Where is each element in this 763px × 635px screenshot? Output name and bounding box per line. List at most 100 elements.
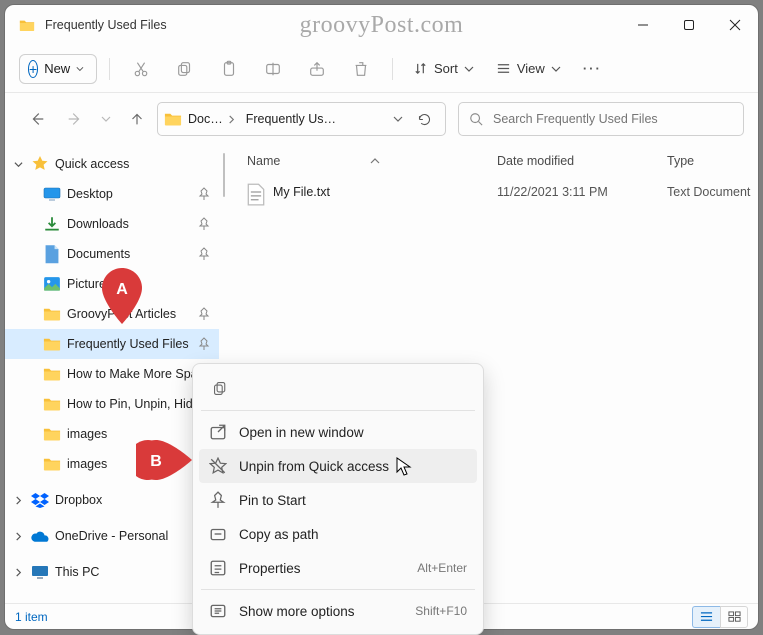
sidebar-item-frequently-used-files[interactable]: Frequently Used Files <box>5 329 219 359</box>
sidebar-item-label: Downloads <box>67 217 191 231</box>
sidebar-item-how-make-more-space[interactable]: How to Make More Spa <box>5 359 219 389</box>
sort-icon <box>413 61 428 76</box>
sidebar-item-label: OneDrive - Personal <box>55 529 211 543</box>
sidebar-item-label: How to Make More Spa <box>67 367 211 381</box>
window-title: Frequently Used Files <box>45 18 167 32</box>
show-more-icon <box>209 602 227 620</box>
pin-icon <box>197 247 211 261</box>
sidebar-item-dropbox[interactable]: Dropbox <box>5 485 219 515</box>
folder-icon <box>19 19 35 31</box>
thumbnails-view-button[interactable] <box>720 606 748 628</box>
sidebar-item-pictures[interactable]: Pictures <box>5 269 219 299</box>
menu-item-shortcut: Shift+F10 <box>415 604 467 618</box>
sidebar-item-images[interactable]: images <box>5 449 219 479</box>
this-pc-icon <box>31 564 49 580</box>
new-button[interactable]: + New <box>19 54 97 84</box>
copy-path-icon <box>209 525 227 543</box>
sidebar-item-documents[interactable]: Documents <box>5 239 219 269</box>
chevron-right-icon[interactable] <box>11 493 25 507</box>
folder-icon <box>43 426 61 442</box>
menu-item-properties[interactable]: Properties Alt+Enter <box>199 551 477 585</box>
file-name: My File.txt <box>273 185 497 199</box>
breadcrumb-label: Doc… <box>188 112 223 126</box>
sidebar-item-quick-access[interactable]: Quick access <box>5 149 219 179</box>
chevron-right-icon <box>227 115 236 124</box>
paste-icon[interactable] <box>210 52 248 86</box>
menu-item-unpin-quick-access[interactable]: Unpin from Quick access <box>199 449 477 483</box>
column-header-type[interactable]: Type <box>667 154 758 168</box>
sidebar-item-desktop[interactable]: Desktop <box>5 179 219 209</box>
separator <box>201 410 475 411</box>
cut-icon[interactable] <box>122 52 160 86</box>
view-icon <box>496 61 511 76</box>
breadcrumb-segment[interactable]: Doc… <box>184 112 240 126</box>
sort-asc-icon <box>370 156 380 166</box>
menu-item-copy-as-path[interactable]: Copy as path <box>199 517 477 551</box>
view-button[interactable]: View <box>488 55 569 82</box>
details-view-button[interactable] <box>692 606 720 628</box>
delete-icon[interactable] <box>342 52 380 86</box>
search-box[interactable] <box>458 102 744 136</box>
chevron-right-icon[interactable] <box>11 565 25 579</box>
forward-button[interactable] <box>57 101 93 137</box>
search-icon <box>469 112 483 126</box>
menu-item-label: Pin to Start <box>239 493 306 508</box>
context-menu-icon-row <box>199 370 477 406</box>
separator <box>201 589 475 590</box>
sidebar-item-label: GroovyPost Articles <box>67 307 191 321</box>
folder-icon <box>43 396 61 412</box>
chevron-down-icon[interactable] <box>393 114 403 124</box>
sidebar-item-images[interactable]: images <box>5 419 219 449</box>
desktop-icon <box>43 186 61 202</box>
scroll-thumb[interactable] <box>223 153 225 197</box>
folder-icon <box>43 306 61 322</box>
column-header-date[interactable]: Date modified <box>497 154 667 168</box>
sidebar-item-label: images <box>67 457 211 471</box>
sidebar-item-downloads[interactable]: Downloads <box>5 209 219 239</box>
menu-item-show-more-options[interactable]: Show more options Shift+F10 <box>199 594 477 628</box>
separator <box>392 58 393 80</box>
address-bar[interactable]: Doc… Frequently Us… <box>157 102 446 136</box>
navigation-row: Doc… Frequently Us… <box>5 93 758 145</box>
maximize-button[interactable] <box>666 5 712 45</box>
file-row[interactable]: My File.txt 11/22/2021 3:11 PM Text Docu… <box>247 177 758 207</box>
copy-icon[interactable] <box>166 52 204 86</box>
menu-item-open-new-window[interactable]: Open in new window <box>199 415 477 449</box>
back-button[interactable] <box>19 101 55 137</box>
recent-dropdown[interactable] <box>95 101 117 137</box>
up-button[interactable] <box>119 101 155 137</box>
column-header-name[interactable]: Name <box>247 154 497 168</box>
pin-icon <box>197 217 211 231</box>
menu-item-pin-to-start[interactable]: Pin to Start <box>199 483 477 517</box>
column-headers: Name Date modified Type <box>247 145 758 177</box>
column-label: Type <box>667 154 694 168</box>
dropbox-icon <box>31 492 49 508</box>
share-icon[interactable] <box>298 52 336 86</box>
view-toggle-group <box>692 606 748 628</box>
minimize-button[interactable] <box>620 5 666 45</box>
sidebar-item-this-pc[interactable]: This PC <box>5 557 219 587</box>
sidebar-item-label: Quick access <box>55 157 211 171</box>
sort-button[interactable]: Sort <box>405 55 482 82</box>
sidebar-item-groovypost-articles[interactable]: GroovyPost Articles <box>5 299 219 329</box>
pin-icon <box>197 307 211 321</box>
breadcrumb-segment[interactable]: Frequently Us… <box>242 112 340 126</box>
navigation-tree: Quick access Desktop Downloads Documents <box>5 145 219 603</box>
search-input[interactable] <box>491 111 733 127</box>
context-menu: Open in new window Unpin from Quick acce… <box>192 363 484 635</box>
more-button[interactable]: ··· <box>575 55 610 82</box>
chevron-down-icon[interactable] <box>11 157 25 171</box>
toolbar: + New Sort View ··· <box>5 45 758 93</box>
close-button[interactable] <box>712 5 758 45</box>
refresh-button[interactable] <box>409 104 439 134</box>
sidebar-item-label: This PC <box>55 565 211 579</box>
chevron-down-icon <box>76 65 84 73</box>
menu-item-label: Unpin from Quick access <box>239 459 389 474</box>
sidebar-item-onedrive[interactable]: OneDrive - Personal <box>5 521 219 551</box>
sidebar-item-how-pin-unpin[interactable]: How to Pin, Unpin, Hid <box>5 389 219 419</box>
copy-icon[interactable] <box>205 373 235 403</box>
chevron-right-icon[interactable] <box>11 529 25 543</box>
rename-icon[interactable] <box>254 52 292 86</box>
chevron-down-icon <box>464 64 474 74</box>
documents-icon <box>43 246 61 262</box>
